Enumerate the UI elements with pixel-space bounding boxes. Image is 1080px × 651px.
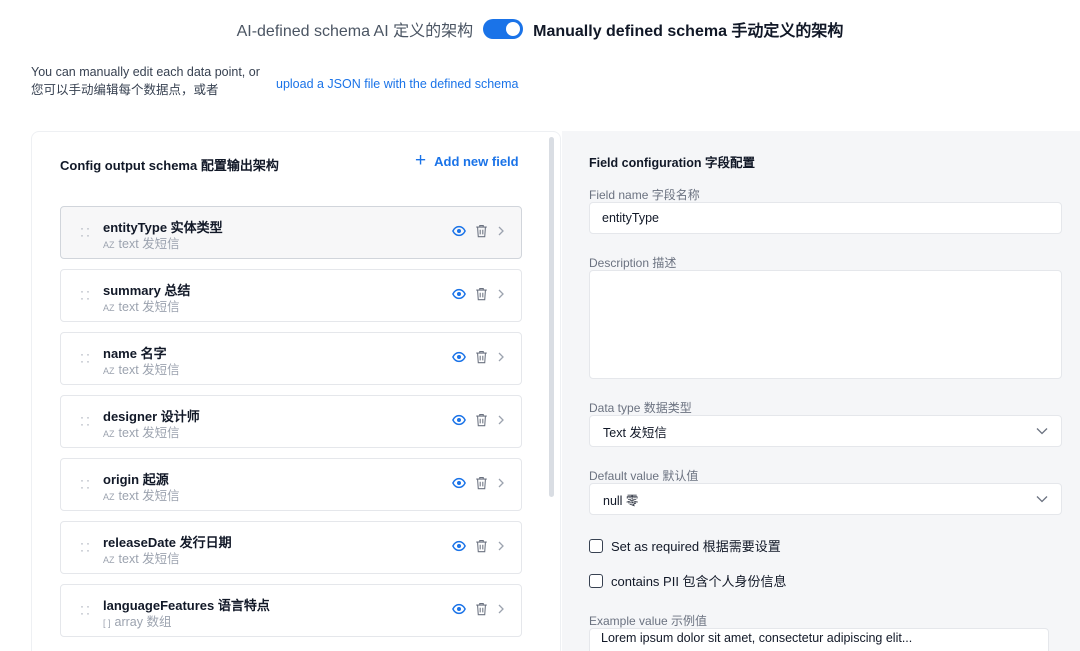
trash-icon[interactable] (475, 350, 488, 364)
data-type-value: Text 发短信 (603, 425, 667, 440)
trash-icon[interactable] (475, 413, 488, 427)
field-row-actions (452, 539, 505, 553)
drag-handle-icon[interactable]: ·· ·· (80, 411, 90, 430)
default-value-select[interactable]: null 零 (589, 483, 1062, 515)
field-row-type-label: array 数组 (114, 615, 172, 629)
drag-handle-icon[interactable]: ·· ·· (80, 474, 90, 493)
field-row-type: AZ text 发短信 (103, 548, 180, 567)
field-row-type: AZ text 发短信 (103, 422, 180, 441)
config-output-schema-title: Config output schema 配置输出架构 (60, 158, 279, 173)
field-type-icon: AZ (103, 555, 115, 565)
drag-handle-icon[interactable]: ·· ·· (80, 348, 90, 367)
plus-icon: + (415, 150, 427, 171)
eye-icon[interactable] (452, 287, 466, 301)
drag-handle-icon[interactable]: ·· ·· (80, 222, 90, 241)
field-row[interactable]: ·· ·· releaseDate 发行日期 AZ text 发短信 (60, 521, 522, 574)
example-value-label: Example value 示例值 (589, 614, 708, 628)
chevron-right-icon[interactable] (497, 478, 505, 488)
ai-defined-schema-label[interactable]: AI-defined schema AI 定义的架构 (237, 17, 474, 41)
field-row-actions (452, 224, 505, 238)
eye-icon[interactable] (452, 224, 466, 238)
schema-mode-toggle-row: AI-defined schema AI 定义的架构 Manually defi… (0, 17, 1080, 41)
default-value-label: Default value 默认值 (589, 469, 699, 483)
description-textarea[interactable] (589, 270, 1062, 379)
field-configuration-title: Field configuration 字段配置 (589, 156, 755, 170)
field-row-type: AZ text 发短信 (103, 359, 180, 378)
chevron-right-icon[interactable] (497, 415, 505, 425)
field-row-type-label: text 发短信 (118, 237, 180, 251)
contains-pii-label: contains PII 包含个人身份信息 (611, 574, 787, 589)
trash-icon[interactable] (475, 224, 488, 238)
field-type-icon: AZ (103, 303, 115, 313)
field-row-type-label: text 发短信 (118, 552, 180, 566)
description-label: Description 描述 (589, 256, 677, 270)
field-row-type-label: text 发短信 (118, 300, 180, 314)
field-type-icon: AZ (103, 492, 115, 502)
field-row-type: AZ text 发短信 (103, 485, 180, 504)
field-type-icon: AZ (103, 429, 115, 439)
field-row[interactable]: ·· ·· entityType 实体类型 AZ text 发短信 (60, 206, 522, 259)
drag-handle-icon[interactable]: ·· ·· (80, 600, 90, 619)
add-new-field-label: Add new field (434, 153, 519, 169)
field-row-type: [ ] array 数组 (103, 611, 171, 630)
chevron-right-icon[interactable] (497, 541, 505, 551)
field-type-icon: [ ] (103, 618, 111, 628)
drag-handle-icon[interactable]: ·· ·· (80, 285, 90, 304)
field-row[interactable]: ·· ·· summary 总结 AZ text 发短信 (60, 269, 522, 322)
upload-json-link[interactable]: upload a JSON file with the defined sche… (276, 77, 519, 91)
eye-icon[interactable] (452, 602, 466, 616)
manually-defined-schema-label[interactable]: Manually defined schema 手动定义的架构 (533, 17, 843, 41)
set-as-required-checkbox[interactable] (589, 538, 603, 553)
contains-pii-checkbox-row[interactable]: contains PII 包含个人身份信息 (589, 571, 787, 590)
intro-line-english: You can manually edit each data point, o… (31, 65, 260, 79)
field-row[interactable]: ·· ·· origin 起源 AZ text 发短信 (60, 458, 522, 511)
field-row-actions (452, 287, 505, 301)
field-row[interactable]: ·· ·· name 名字 AZ text 发短信 (60, 332, 522, 385)
eye-icon[interactable] (452, 476, 466, 490)
field-row-type: AZ text 发短信 (103, 233, 180, 252)
chevron-down-icon (1036, 428, 1048, 435)
default-value-value: null 零 (603, 493, 639, 508)
chevron-right-icon[interactable] (497, 604, 505, 614)
chevron-right-icon[interactable] (497, 226, 505, 236)
contains-pii-checkbox[interactable] (589, 573, 603, 588)
chevron-right-icon[interactable] (497, 352, 505, 362)
schema-mode-switch[interactable] (483, 19, 524, 39)
eye-icon[interactable] (452, 539, 466, 553)
field-name-input[interactable]: entityType (589, 202, 1062, 234)
field-row-type: AZ text 发短信 (103, 296, 180, 315)
set-as-required-checkbox-row[interactable]: Set as required 根据需要设置 (589, 536, 781, 555)
field-row-type-label: text 发短信 (118, 426, 180, 440)
field-name-label: Field name 字段名称 (589, 188, 700, 202)
eye-icon[interactable] (452, 350, 466, 364)
trash-icon[interactable] (475, 287, 488, 301)
intro-line-chinese: 您可以手动编辑每个数据点，或者 (31, 83, 219, 97)
add-new-field-button[interactable]: + Add new field (415, 150, 519, 171)
example-value-input[interactable]: Lorem ipsum dolor sit amet, consectetur … (589, 628, 1049, 651)
fields-scrollbar[interactable] (549, 137, 554, 497)
chevron-down-icon (1036, 496, 1048, 503)
field-type-icon: AZ (103, 240, 115, 250)
trash-icon[interactable] (475, 539, 488, 553)
field-row-actions (452, 350, 505, 364)
eye-icon[interactable] (452, 413, 466, 427)
field-row-actions (452, 413, 505, 427)
chevron-right-icon[interactable] (497, 289, 505, 299)
trash-icon[interactable] (475, 476, 488, 490)
field-row-actions (452, 476, 505, 490)
field-row[interactable]: ·· ·· designer 设计师 AZ text 发短信 (60, 395, 522, 448)
trash-icon[interactable] (475, 602, 488, 616)
set-as-required-label: Set as required 根据需要设置 (611, 539, 781, 554)
drag-handle-icon[interactable]: ·· ·· (80, 537, 90, 556)
data-type-select[interactable]: Text 发短信 (589, 415, 1062, 447)
field-type-icon: AZ (103, 366, 115, 376)
field-row-actions (452, 602, 505, 616)
intro-text: You can manually edit each data point, o… (31, 63, 281, 99)
field-row-type-label: text 发短信 (118, 363, 180, 377)
field-row-type-label: text 发短信 (118, 489, 180, 503)
field-row[interactable]: ·· ·· languageFeatures 语言特点[ ] array 数组 (60, 584, 522, 637)
switch-knob (506, 22, 521, 36)
data-type-label: Data type 数据类型 (589, 401, 692, 415)
